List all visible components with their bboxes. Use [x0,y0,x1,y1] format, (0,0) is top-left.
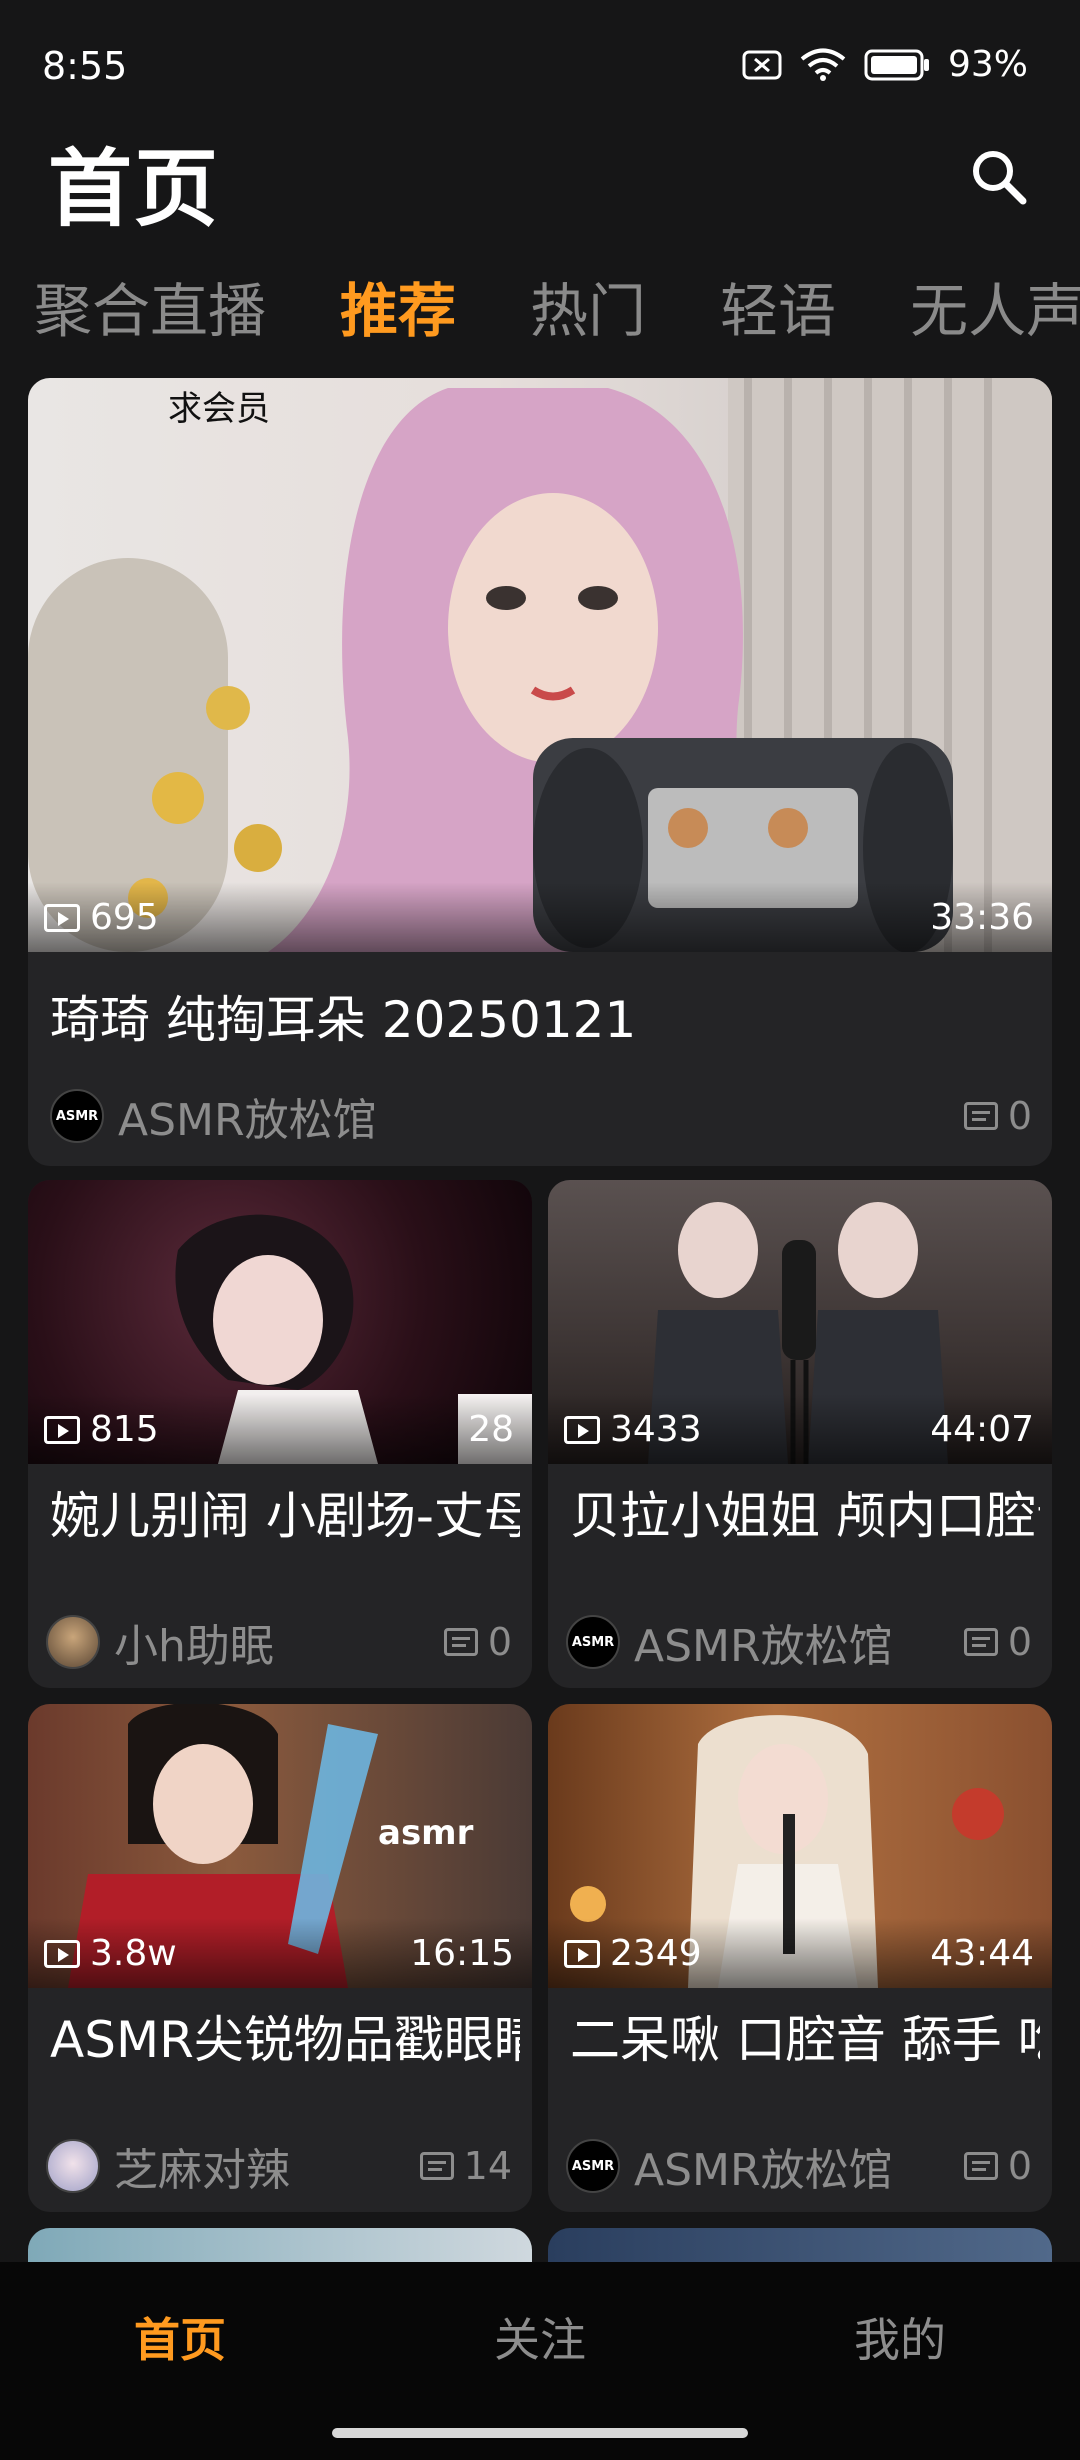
video-card[interactable]: asmr 3.8w 16:15 ASMR尖锐物品戳眼睛 视觉刺激 大晾 芝麻对辣… [28,1704,532,2212]
video-thumbnail: 求会员 695 33:36 [28,378,1052,952]
tab-no-voice[interactable]: 无人声 [910,264,1080,360]
page-title: 首页 [48,140,221,238]
video-meta: ASMR ASMR放松馆 0 [50,1084,1032,1148]
wifi-icon [800,48,846,81]
comment-count: 0 [963,1620,1032,1664]
video-title: 婉儿别闹 小剧场-丈母娘攻略手册 第 [50,1487,520,1538]
video-meta: 小h助眠 0 [46,1610,512,1674]
author-avatar[interactable]: ASMR [566,1615,620,1669]
nav-profile[interactable]: 我的 [800,2304,1000,2370]
comment-count-value: 0 [1007,2144,1032,2188]
video-title: 贝拉小姐姐 颅内口腔音 双倍快乐 苗 [570,1487,1040,1538]
tab-hot[interactable]: 热门 [530,264,646,360]
comment-count: 0 [443,1620,512,1664]
comment-count-value: 0 [1007,1094,1032,1138]
video-thumbnail: 815 28 [28,1180,532,1464]
view-count: 2349 [564,1933,702,1974]
video-duration: 33:36 [930,897,1034,938]
view-count-value: 815 [90,1409,159,1450]
play-count-icon [564,1415,600,1444]
author-name[interactable]: ASMR放松馆 [634,2134,964,2198]
comment-count: 0 [963,1094,1032,1138]
author-avatar[interactable] [46,1615,100,1669]
author-name[interactable]: ASMR放松馆 [634,1610,964,1674]
comment-icon [443,1628,478,1656]
video-duration: 28 [468,1409,514,1450]
comment-icon [419,2152,454,2180]
view-count-value: 3.8w [90,1933,177,1974]
view-count: 815 [44,1409,159,1450]
video-meta: 芝麻对辣 14 [46,2134,512,2198]
video-duration: 43:44 [930,1933,1034,1974]
video-title: 琦琦 纯掏耳朵 20250121 [50,991,637,1049]
comment-icon [963,1102,998,1130]
video-thumbnail: 3433 44:07 [548,1180,1052,1464]
sim-off-icon [742,50,782,79]
tab-recommended[interactable]: 推荐 [340,264,456,360]
author-avatar[interactable]: ASMR [566,2139,620,2193]
video-meta: ASMR ASMR放松馆 0 [566,2134,1032,2198]
author-name[interactable]: 芝麻对辣 [114,2134,420,2198]
tab-aggregated-live[interactable]: 聚合直播 [34,264,266,360]
battery-percentage: 93% [947,44,1028,85]
author-name[interactable]: ASMR放松馆 [118,1084,964,1148]
comment-count: 0 [963,2144,1032,2188]
video-card[interactable]: 3433 44:07 贝拉小姐姐 颅内口腔音 双倍快乐 苗 ASMR ASMR放… [548,1180,1052,1688]
video-duration: 16:15 [410,1933,514,1974]
video-thumbnail: asmr 3.8w 16:15 [28,1704,532,1988]
thumbnail-overlay-text: 求会员 [168,389,270,429]
status-icons: 93% [742,44,1028,85]
play-count-icon [44,903,80,932]
category-tabs: 聚合直播 推荐 热门 轻语 无人声 [34,262,1080,362]
view-count: 3433 [564,1409,702,1450]
video-card[interactable]: 2349 43:44 二呆啾 口腔音 舔手 吃耳朵 弹舌 掏耳 ASMR ASM… [548,1704,1052,2212]
tab-whisper[interactable]: 轻语 [720,264,836,360]
comment-count-value: 14 [463,2144,512,2188]
comment-count-value: 0 [1007,1620,1032,1664]
search-icon[interactable] [968,146,1028,206]
play-count-icon [564,1939,600,1968]
play-count-icon [44,1939,80,1968]
comment-count: 14 [419,2144,512,2188]
author-name[interactable]: 小h助眠 [114,1610,444,1674]
comment-icon [963,1628,998,1656]
comment-icon [963,2152,998,2180]
play-count-icon [44,1415,80,1444]
status-bar: 8:55 93% [0,0,1080,130]
author-avatar[interactable] [46,2139,100,2193]
view-count: 695 [44,897,159,938]
video-card[interactable]: 815 28 婉儿别闹 小剧场-丈母娘攻略手册 第 小h助眠 0 [28,1180,532,1688]
view-count-value: 695 [90,897,159,938]
comment-count-value: 0 [487,1620,512,1664]
video-title: ASMR尖锐物品戳眼睛 视觉刺激 大晾 [50,2011,520,2062]
battery-icon [864,49,929,80]
video-meta: ASMR ASMR放松馆 0 [566,1610,1032,1674]
video-duration: 44:07 [930,1409,1034,1450]
view-count-value: 3433 [610,1409,702,1450]
video-title: 二呆啾 口腔音 舔手 吃耳朵 弹舌 掏耳 [570,2011,1040,2062]
view-count: 3.8w [44,1933,177,1974]
view-count-value: 2349 [610,1933,702,1974]
nav-home[interactable]: 首页 [80,2304,280,2370]
thumbnail-overlay-text: asmr [378,1813,474,1853]
video-thumbnail: 2349 43:44 [548,1704,1052,1988]
nav-following[interactable]: 关注 [440,2304,640,2370]
status-time: 8:55 [42,44,128,88]
author-avatar[interactable]: ASMR [50,1089,104,1143]
featured-video-card[interactable]: 求会员 695 33:36 琦琦 纯掏耳朵 20250121 ASMR ASMR… [28,378,1052,1166]
home-indicator[interactable] [332,2428,748,2438]
